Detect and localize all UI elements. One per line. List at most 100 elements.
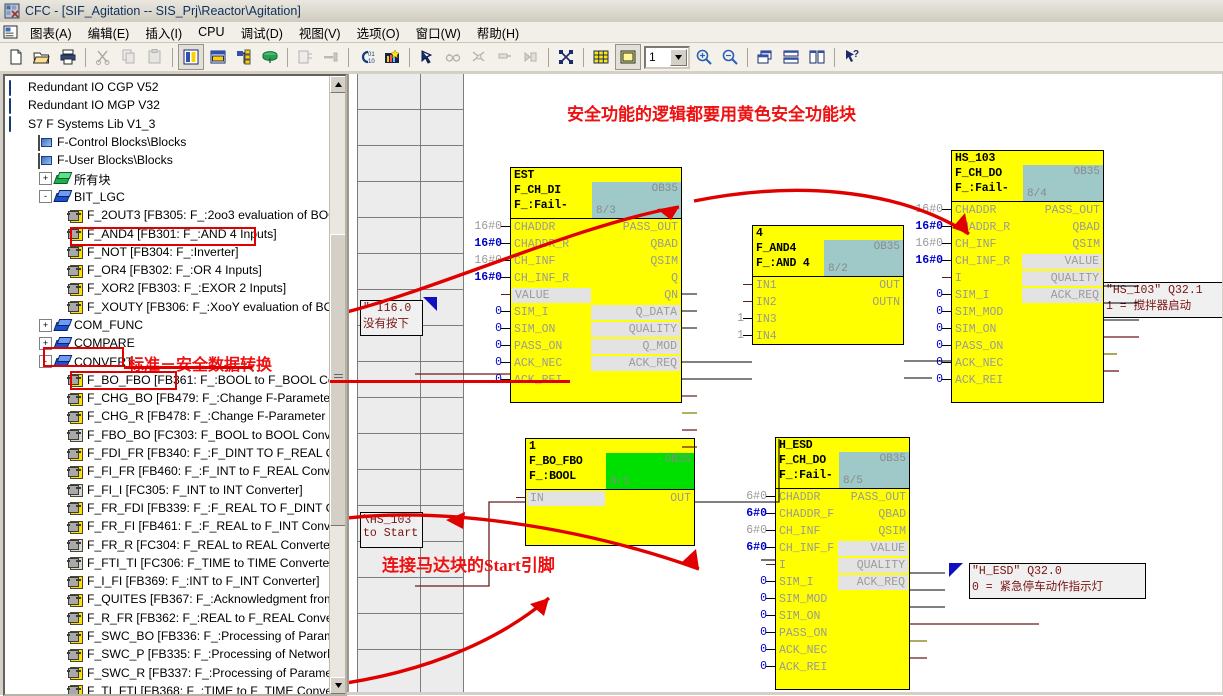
input-pin-label[interactable]: IN2 <box>756 294 777 311</box>
output-pin-box[interactable]: ACK_REQ <box>590 356 680 371</box>
tree-item[interactable]: F_FTI_TI [FC306: F_TIME to TIME Converte… <box>5 554 330 572</box>
input-pin-label[interactable]: SIM_ON <box>955 321 996 338</box>
input-pin-label[interactable]: SIM_MOD <box>955 304 1003 321</box>
test-mode-icon[interactable]: 01 10 <box>354 45 378 69</box>
tree-item[interactable]: F_NOT [FB304: F_:Inverter] <box>5 243 330 261</box>
menu-edit[interactable]: 编辑(E) <box>80 22 138 43</box>
input-pin-label[interactable]: IN1 <box>756 277 777 294</box>
input-pin-label[interactable]: CHADDR <box>514 219 555 236</box>
connector-hs103-start[interactable]: \HS_103 to Start <box>360 512 423 548</box>
input-pin-label[interactable]: SIM_I <box>514 304 549 321</box>
tree-item[interactable]: F_R_FR [FB362: F_:REAL to F_REAL Convert… <box>5 609 330 627</box>
input-pin-label[interactable]: PASS_ON <box>955 338 1003 355</box>
tree-item[interactable]: F_SWC_R [FB337: F_:Processing of Paramet… <box>5 664 330 682</box>
copy-icon[interactable] <box>117 45 141 69</box>
output-pin-box[interactable]: Q_DATA <box>590 305 680 320</box>
output-pin-box[interactable]: QUALITY <box>590 322 680 337</box>
menu-view[interactable]: 视图(V) <box>291 22 349 43</box>
input-pin-label[interactable]: IN3 <box>756 311 777 328</box>
input-pin-label[interactable]: CHADDR_F <box>779 506 834 523</box>
tree-item[interactable]: F_FDI_FR [FB340: F_:F_DINT TO F_REAL Con… <box>5 444 330 462</box>
output-pin-label[interactable]: QBAD <box>1072 219 1100 236</box>
tree-vertical-scrollbar[interactable] <box>329 76 345 694</box>
tree-item[interactable]: F_2OUT3 [FB305: F_:2oo3 evaluation of BO… <box>5 206 330 224</box>
tree-item[interactable]: F_XOUTY [FB306: F_:XooY evaluation of BO… <box>5 298 330 316</box>
paste-icon[interactable] <box>143 45 167 69</box>
input-pin-label[interactable]: SIM_ON <box>779 608 820 625</box>
input-pin-box[interactable]: IN <box>527 491 606 506</box>
output-pin-label[interactable]: OUT <box>879 277 900 294</box>
tree-item[interactable]: + COMPARE <box>5 334 330 352</box>
insert-output-icon[interactable] <box>519 45 543 69</box>
output-pin-label[interactable]: OUTN <box>872 294 900 311</box>
menu-help[interactable]: 帮助(H) <box>469 22 527 43</box>
menu-window[interactable]: 窗口(W) <box>408 22 469 43</box>
output-pin-box[interactable]: VALUE <box>837 541 908 556</box>
pointer-tool-icon[interactable] <box>415 45 439 69</box>
tree-item[interactable]: F_TI_FTI [FB368: F_:TIME to F_TIME Conve… <box>5 682 330 694</box>
tree-item[interactable]: S7 F Systems Lib V1_3 <box>5 115 330 133</box>
input-pin-label[interactable]: SIM_I <box>955 287 990 304</box>
print-icon[interactable] <box>56 45 80 69</box>
block-hs-103[interactable]: OB35 8/4 HS_103 F_CH_DO F_:Fail- CHADDR PASS_O… <box>951 150 1104 403</box>
output-pin-box[interactable]: ACK_REQ <box>1022 288 1102 303</box>
output-pin-box[interactable]: VALUE <box>1022 254 1102 269</box>
block-catalog-tree[interactable]: Redundant IO CGP V52 Redundant IO MGP V32… <box>3 74 347 696</box>
input-pin-label[interactable]: CH_INF_F <box>779 540 834 557</box>
output-pin-label[interactable]: OUT <box>670 490 691 507</box>
new-icon[interactable] <box>4 45 28 69</box>
tree-item[interactable]: F_FR_FDI [FB339: F_:F_REAL TO F_DINT Con… <box>5 499 330 517</box>
connector-i16-0[interactable]: " I16.0 没有按下 <box>360 300 423 336</box>
cut-connection-icon[interactable] <box>467 45 491 69</box>
output-pin-label[interactable]: PASS_OUT <box>623 219 678 236</box>
overview-icon[interactable] <box>206 45 230 69</box>
watch-icon[interactable] <box>441 45 465 69</box>
menu-chart[interactable]: 图表(A) <box>22 22 80 43</box>
tree-item[interactable]: F_QUITES [FB367: F_:Acknowledgment from … <box>5 590 330 608</box>
input-pin-label[interactable]: SIM_ON <box>514 321 555 338</box>
input-pin-label[interactable]: CHADDR_R <box>955 219 1010 236</box>
tree-item[interactable]: Redundant IO CGP V52 <box>5 78 330 96</box>
tree-item[interactable]: F_FR_FI [FB461: F_:F_REAL to F_INT Conve… <box>5 517 330 535</box>
chevron-down-icon[interactable] <box>670 48 687 66</box>
compile-icon[interactable] <box>293 45 317 69</box>
cascade-windows-icon[interactable] <box>753 45 777 69</box>
output-pin-box[interactable]: QUALITY <box>837 558 908 573</box>
fit-icon[interactable] <box>554 45 578 69</box>
block-f-and4[interactable]: OB35 8/2 4 F_AND4 F_:AND 4 IN1 OUT IN2 OUTN IN3 IN… <box>752 225 904 345</box>
input-pin-label[interactable]: IN4 <box>756 328 777 345</box>
connector-hs103-q32-1[interactable]: "HS_103" Q32.1 1 = 搅拌器启动 <box>1103 282 1222 318</box>
help-pointer-icon[interactable]: ? <box>840 45 864 69</box>
input-pin-label[interactable]: ACK_NEC <box>779 642 827 659</box>
scroll-down-icon[interactable] <box>330 677 345 694</box>
output-pin-label[interactable]: PASS_OUT <box>851 489 906 506</box>
tree-item[interactable]: F_FBO_BO [FC303: F_BOOL to BOOL Converte… <box>5 426 330 444</box>
tree-item[interactable]: F_CHG_R [FB478: F_:Change F-Parameter "R… <box>5 407 330 425</box>
tree-expander[interactable]: - <box>39 190 52 204</box>
zoom-out-icon[interactable] <box>718 45 742 69</box>
open-folder-icon[interactable] <box>30 45 54 69</box>
tree-item[interactable]: + 所有块 <box>5 169 330 187</box>
tree-item[interactable]: F_OR4 [FB302: F_:OR 4 Inputs] <box>5 261 330 279</box>
input-pin-label[interactable]: CH_INF_R <box>955 253 1010 270</box>
scroll-up-icon[interactable] <box>330 76 345 93</box>
input-pin-label[interactable]: CH_INF_R <box>514 270 569 287</box>
sheet-grid-icon[interactable] <box>589 45 613 69</box>
tree-expander[interactable]: + <box>39 318 52 332</box>
chart-view-icon[interactable] <box>178 44 204 70</box>
tree-expander[interactable]: + <box>39 172 52 186</box>
tree-item[interactable]: F-User Blocks\Blocks <box>5 151 330 169</box>
input-pin-label[interactable]: ACK_NEC <box>514 355 562 372</box>
input-pin-box[interactable]: VALUE <box>512 288 592 303</box>
input-pin-label[interactable]: CH_INF <box>514 253 555 270</box>
input-pin-label[interactable]: PASS_ON <box>779 625 827 642</box>
input-pin-label[interactable]: ACK_REI <box>955 372 1003 389</box>
tree-item[interactable]: F_XOR2 [FB303: F_:EXOR 2 Inputs] <box>5 279 330 297</box>
hierarchy-icon[interactable] <box>232 45 256 69</box>
tree-item[interactable]: - BIT_LGC <box>5 188 330 206</box>
output-pin-label[interactable]: Q <box>671 270 678 287</box>
output-pin-box[interactable]: Q_MOD <box>590 339 680 354</box>
tree-expander[interactable]: + <box>39 336 52 350</box>
tree-item[interactable]: F_AND4 [FB301: F_:AND 4 Inputs] <box>5 224 330 242</box>
download-icon[interactable] <box>319 45 343 69</box>
